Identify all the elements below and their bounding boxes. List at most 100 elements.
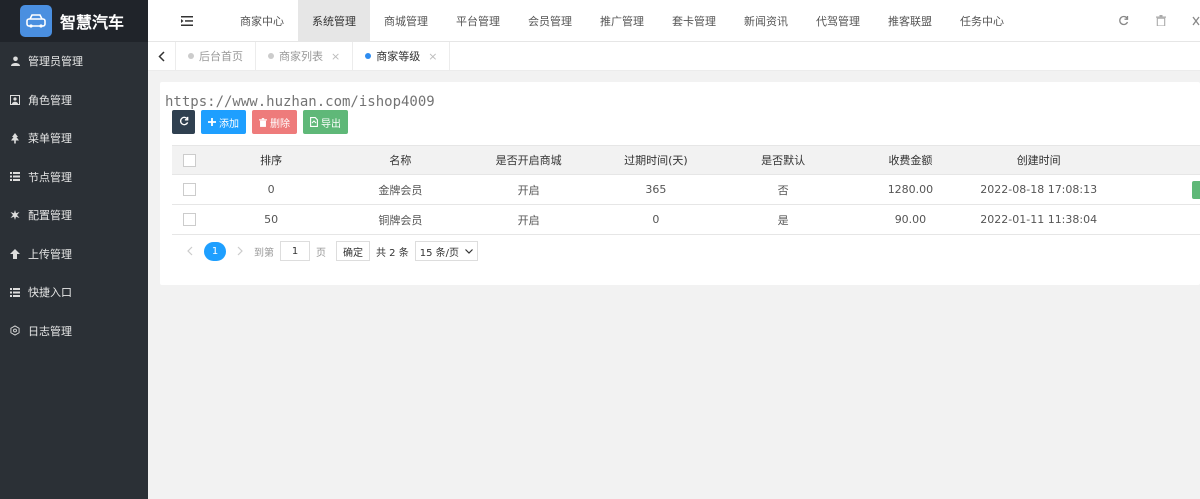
cell-expire-days: 365 bbox=[645, 183, 667, 196]
export-button[interactable]: 导出 bbox=[303, 110, 348, 134]
close-icon[interactable]: × bbox=[428, 50, 437, 63]
delete-button-label: 删除 bbox=[270, 118, 290, 130]
sidebar-item-admin[interactable]: 管理员管理 bbox=[0, 42, 148, 81]
chevron-right-icon[interactable] bbox=[232, 246, 248, 256]
column-header[interactable]: 排序 bbox=[207, 152, 335, 168]
nav-item-news[interactable]: 新闻资讯 bbox=[730, 0, 802, 41]
user-icon bbox=[10, 55, 20, 67]
fullscreen-icon[interactable] bbox=[1180, 0, 1200, 42]
cell-is-default: 否 bbox=[777, 183, 789, 197]
list-icon bbox=[10, 286, 20, 298]
cell-fee: 1280.00 bbox=[887, 183, 934, 196]
tab-merchant-list[interactable]: 商家列表 × bbox=[256, 42, 354, 70]
brand[interactable]: 智慧汽车 bbox=[0, 0, 148, 42]
row-check-cell bbox=[172, 183, 207, 196]
nav-item-card[interactable]: 套卡管理 bbox=[658, 0, 730, 41]
role-icon bbox=[10, 94, 20, 106]
cell-created-at: 2022-01-11 11:38:04 bbox=[980, 213, 1098, 226]
goto-label: 到第 bbox=[254, 247, 274, 259]
content-card: 添加 删除 导出 排序 名称 是否开启商城 过期时间(天) 是否默认 收费金额 … bbox=[160, 82, 1200, 285]
edit-button[interactable] bbox=[1191, 180, 1200, 199]
nav-item-alliance[interactable]: 推客联盟 bbox=[874, 0, 946, 41]
hex-icon bbox=[10, 325, 20, 337]
nav-item-promotion[interactable]: 推广管理 bbox=[586, 0, 658, 41]
header-check-cell bbox=[172, 153, 207, 167]
tab-dot bbox=[188, 53, 194, 59]
table-row[interactable]: 0 金牌会员 开启 365 否 1280.00 2022-08-18 17:08… bbox=[172, 175, 1200, 205]
nav-item-driving[interactable]: 代驾管理 bbox=[802, 0, 874, 41]
sidebar-item-label: 配置管理 bbox=[28, 209, 72, 223]
nav-item-merchant-center[interactable]: 商家中心 bbox=[226, 0, 298, 41]
tab-bar: 后台首页 商家列表 × 商家等级 × bbox=[148, 42, 1200, 71]
sidebar-item-label: 角色管理 bbox=[28, 93, 72, 107]
chevron-down-icon bbox=[465, 246, 473, 257]
chevron-left-icon[interactable] bbox=[182, 246, 198, 256]
sidebar-item-role[interactable]: 角色管理 bbox=[0, 81, 148, 120]
pagination: 1 到第 页 确定 共 2 条 15 条/页 bbox=[182, 241, 479, 261]
refresh-button[interactable] bbox=[172, 110, 195, 134]
tab-label: 商家列表 bbox=[279, 50, 323, 63]
column-header[interactable]: 收费金额 bbox=[846, 152, 974, 168]
nav-item-member[interactable]: 会员管理 bbox=[514, 0, 586, 41]
row-check-cell bbox=[172, 213, 207, 226]
cell-actions bbox=[1103, 180, 1200, 199]
cell-name: 铜牌会员 bbox=[378, 213, 423, 227]
column-header[interactable]: 是否开启商城 bbox=[465, 152, 591, 168]
row-checkbox[interactable] bbox=[182, 183, 196, 196]
sidebar-item-label: 菜单管理 bbox=[28, 132, 72, 146]
page-current[interactable]: 1 bbox=[204, 241, 226, 261]
row-checkbox[interactable] bbox=[182, 213, 196, 226]
upload-icon bbox=[10, 248, 20, 260]
column-header[interactable]: 名称 bbox=[335, 152, 465, 168]
data-table: 排序 名称 是否开启商城 过期时间(天) 是否默认 收费金额 创建时间 0 金牌… bbox=[172, 145, 1200, 235]
page-size-select[interactable]: 15 条/页 bbox=[414, 241, 479, 261]
chevron-left-icon[interactable] bbox=[148, 42, 176, 70]
nav-item-system[interactable]: 系统管理 bbox=[298, 0, 370, 41]
column-header[interactable]: 是否默认 bbox=[720, 152, 846, 168]
top-nav: 商家中心 系统管理 商城管理 平台管理 会员管理 推广管理 套卡管理 新闻资讯 … bbox=[148, 0, 1200, 42]
sidebar-item-log[interactable]: 日志管理 bbox=[0, 312, 148, 351]
confirm-button[interactable]: 确定 bbox=[336, 241, 370, 261]
toolbar: 添加 删除 导出 bbox=[172, 110, 348, 134]
column-header[interactable]: 过期时间(天) bbox=[592, 152, 720, 168]
tab-home[interactable]: 后台首页 bbox=[176, 42, 256, 70]
goto-page-input[interactable] bbox=[280, 241, 310, 261]
delete-button[interactable]: 删除 bbox=[252, 110, 297, 134]
gear-icon bbox=[10, 209, 20, 221]
sidebar-item-node[interactable]: 节点管理 bbox=[0, 158, 148, 197]
nav-item-mall[interactable]: 商城管理 bbox=[370, 0, 442, 41]
sidebar-item-label: 日志管理 bbox=[28, 324, 72, 338]
cell-sort: 0 bbox=[267, 183, 275, 196]
table-header: 排序 名称 是否开启商城 过期时间(天) 是否默认 收费金额 创建时间 bbox=[172, 145, 1200, 175]
refresh-icon bbox=[179, 116, 189, 129]
cell-mall-enabled: 开启 bbox=[517, 183, 540, 197]
trash-icon[interactable] bbox=[1142, 0, 1180, 42]
nav-item-platform[interactable]: 平台管理 bbox=[442, 0, 514, 41]
cell-name: 金牌会员 bbox=[378, 183, 423, 197]
table-row[interactable]: 50 铜牌会员 开启 0 是 90.00 2022-01-11 11:38:04 bbox=[172, 205, 1200, 235]
brand-title: 智慧汽车 bbox=[60, 13, 125, 32]
column-header[interactable]: 创建时间 bbox=[975, 152, 1103, 168]
export-button-label: 导出 bbox=[321, 118, 341, 130]
nav-item-tasks[interactable]: 任务中心 bbox=[946, 0, 1018, 41]
sidebar-item-menu[interactable]: 菜单管理 bbox=[0, 119, 148, 158]
sidebar-item-label: 快捷入口 bbox=[28, 286, 72, 300]
select-all-checkbox[interactable] bbox=[182, 153, 196, 167]
cell-fee: 90.00 bbox=[894, 213, 927, 226]
total-count: 共 2 条 bbox=[376, 247, 409, 259]
add-button[interactable]: 添加 bbox=[201, 110, 246, 134]
tab-label: 商家等级 bbox=[376, 50, 421, 63]
menu-toggle-icon[interactable] bbox=[148, 0, 226, 41]
sidebar-menu: 管理员管理 角色管理 菜单管理 节点管理 配置管理 上传管理 快捷入口 日志管理 bbox=[0, 42, 148, 350]
page-label: 页 bbox=[316, 247, 326, 259]
close-icon[interactable]: × bbox=[331, 50, 340, 63]
cell-is-default: 是 bbox=[777, 213, 789, 227]
trash-icon bbox=[259, 117, 267, 127]
sidebar: 智慧汽车 管理员管理 角色管理 菜单管理 节点管理 配置管理 上传管理 快捷入口… bbox=[0, 0, 148, 499]
tab-merchant-level[interactable]: 商家等级 × bbox=[353, 42, 451, 70]
sidebar-item-shortcut[interactable]: 快捷入口 bbox=[0, 273, 148, 312]
sidebar-item-label: 节点管理 bbox=[28, 170, 72, 184]
sidebar-item-upload[interactable]: 上传管理 bbox=[0, 235, 148, 274]
sidebar-item-config[interactable]: 配置管理 bbox=[0, 196, 148, 235]
refresh-icon[interactable] bbox=[1104, 0, 1142, 42]
